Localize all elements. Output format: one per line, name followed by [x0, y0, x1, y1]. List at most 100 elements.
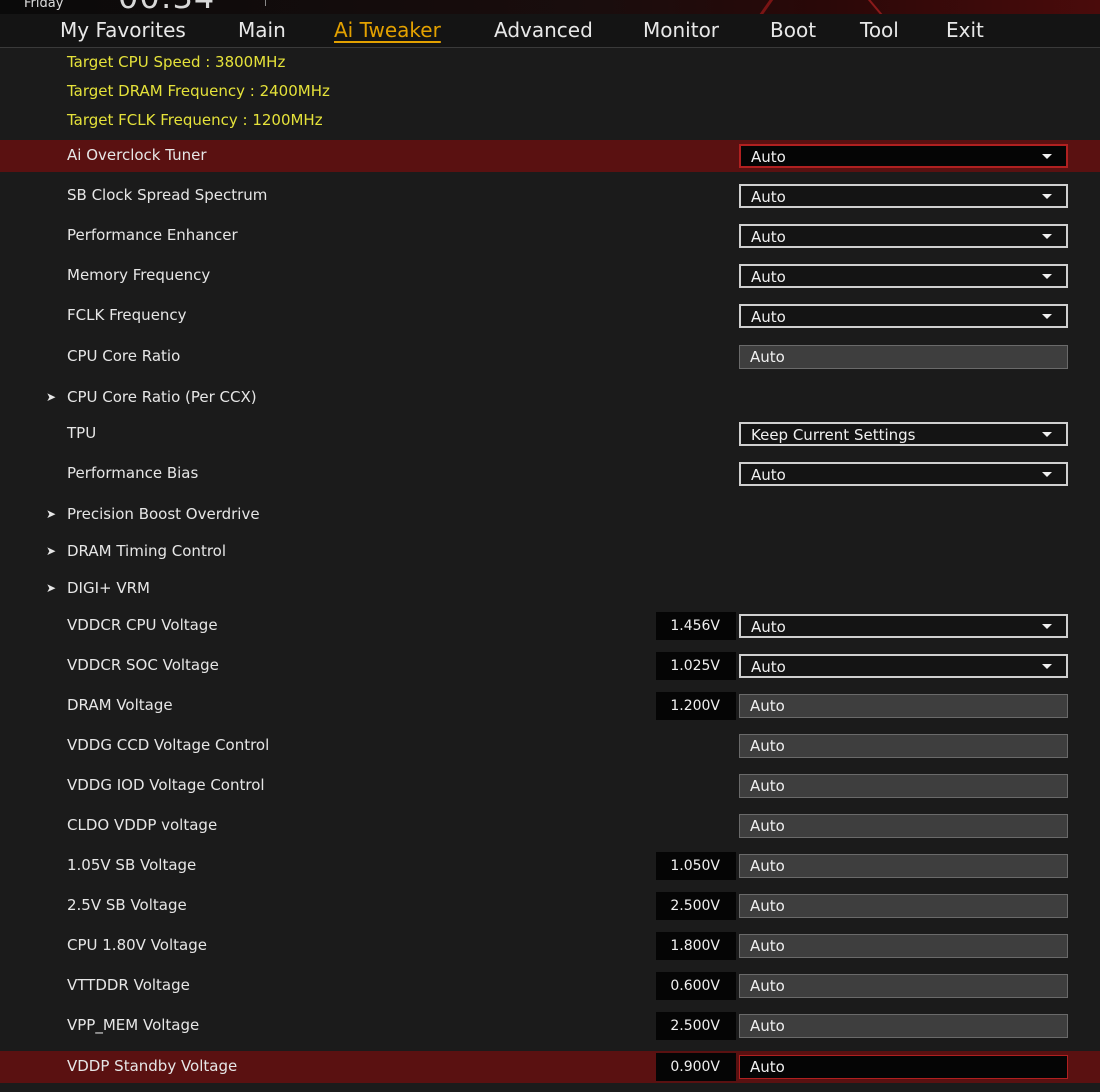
tab-bar: My Favorites Main Ai Tweaker Advanced Mo… [0, 14, 1100, 48]
day-label: Friday [24, 0, 64, 11]
voltage-readout: 1.200V [656, 692, 736, 720]
chevron-down-icon [1042, 432, 1052, 437]
tab-monitor[interactable]: Monitor [643, 17, 719, 43]
tab-tool[interactable]: Tool [860, 17, 899, 43]
setting-label: SB Clock Spread Spectrum [67, 186, 268, 204]
cpu-core-ratio-input[interactable]: Auto [739, 345, 1068, 369]
setting-row[interactable]: VDDCR CPU Voltage 1.456V Auto [0, 610, 1100, 642]
sb-1v05-voltage-input[interactable]: Auto [739, 854, 1068, 878]
dropdown-value: Auto [751, 658, 786, 676]
setting-label: Precision Boost Overdrive [67, 505, 260, 523]
vddg-iod-voltage-input[interactable]: Auto [739, 774, 1068, 798]
setting-label: Ai Overclock Tuner [67, 146, 207, 164]
voltage-readout: 1.456V [656, 612, 736, 640]
chevron-down-icon [1042, 234, 1052, 239]
sb-2v5-voltage-input[interactable]: Auto [739, 894, 1068, 918]
fclk-frequency-dropdown[interactable]: Auto [739, 304, 1068, 328]
setting-label: VDDCR CPU Voltage [67, 616, 218, 634]
vddg-ccd-voltage-input[interactable]: Auto [739, 734, 1068, 758]
dropdown-value: Auto [751, 618, 786, 636]
submenu-arrow-icon: ➤ [46, 507, 57, 521]
voltage-readout: 2.500V [656, 1012, 736, 1040]
submenu-precision-boost-overdrive[interactable]: ➤ Precision Boost Overdrive [0, 499, 1100, 531]
setting-label: VDDG IOD Voltage Control [67, 776, 265, 794]
vttddr-voltage-input[interactable]: Auto [739, 974, 1068, 998]
dropdown-value: Keep Current Settings [751, 426, 916, 444]
memory-frequency-dropdown[interactable]: Auto [739, 264, 1068, 288]
target-dram-frequency: Target DRAM Frequency : 2400MHz [67, 82, 330, 100]
setting-label: FCLK Frequency [67, 306, 187, 324]
tab-advanced[interactable]: Advanced [494, 17, 593, 43]
header-decoration [748, 0, 775, 14]
tab-my-favorites[interactable]: My Favorites [60, 17, 186, 43]
performance-enhancer-dropdown[interactable]: Auto [739, 224, 1068, 248]
setting-row[interactable]: VDDP Standby Voltage 0.900V Auto [0, 1051, 1100, 1083]
vpp-mem-voltage-input[interactable]: Auto [739, 1014, 1068, 1038]
chevron-down-icon [1042, 274, 1052, 279]
voltage-readout: 1.025V [656, 652, 736, 680]
setting-row[interactable]: Performance Enhancer Auto [0, 220, 1100, 252]
submenu-cpu-core-ratio-per-ccx[interactable]: ➤ CPU Core Ratio (Per CCX) [0, 382, 1100, 414]
header-separator [265, 0, 266, 6]
submenu-digi-vrm[interactable]: ➤ DIGI+ VRM [0, 573, 1100, 605]
submenu-arrow-icon: ➤ [46, 390, 57, 404]
chevron-down-icon [1042, 664, 1052, 669]
setting-label: VTTDDR Voltage [67, 976, 190, 994]
setting-row[interactable]: VTTDDR Voltage 0.600V Auto [0, 970, 1100, 1002]
setting-row[interactable]: Memory Frequency Auto [0, 260, 1100, 292]
setting-label: DRAM Voltage [67, 696, 173, 714]
setting-row[interactable]: CLDO VDDP voltage Auto [0, 810, 1100, 842]
tab-ai-tweaker[interactable]: Ai Tweaker [334, 17, 441, 43]
chevron-down-icon [1042, 314, 1052, 319]
header-bar: Friday 00:34 [0, 0, 1100, 14]
chevron-down-icon [1042, 624, 1052, 629]
tab-exit[interactable]: Exit [946, 17, 984, 43]
setting-row[interactable]: 1.05V SB Voltage 1.050V Auto [0, 850, 1100, 882]
setting-row[interactable]: Ai Overclock Tuner Auto [0, 140, 1100, 172]
vddcr-cpu-voltage-dropdown[interactable]: Auto [739, 614, 1068, 638]
tpu-dropdown[interactable]: Keep Current Settings [739, 422, 1068, 446]
cldo-vddp-voltage-input[interactable]: Auto [739, 814, 1068, 838]
voltage-readout: 1.050V [656, 852, 736, 880]
vddp-standby-voltage-input[interactable]: Auto [739, 1055, 1068, 1079]
voltage-readout: 0.600V [656, 972, 736, 1000]
setting-row[interactable]: VDDCR SOC Voltage 1.025V Auto [0, 650, 1100, 682]
setting-row[interactable]: 2.5V SB Voltage 2.500V Auto [0, 890, 1100, 922]
setting-label: CPU Core Ratio (Per CCX) [67, 388, 257, 406]
setting-label: VDDP Standby Voltage [67, 1057, 238, 1075]
setting-row[interactable]: TPU Keep Current Settings [0, 418, 1100, 450]
sb-clock-spread-spectrum-dropdown[interactable]: Auto [739, 184, 1068, 208]
chevron-down-icon [1042, 472, 1052, 477]
target-fclk-frequency: Target FCLK Frequency : 1200MHz [67, 111, 323, 129]
voltage-readout: 1.800V [656, 932, 736, 960]
setting-row[interactable]: VPP_MEM Voltage 2.500V Auto [0, 1010, 1100, 1042]
setting-row[interactable]: VDDG IOD Voltage Control Auto [0, 770, 1100, 802]
dram-voltage-input[interactable]: Auto [739, 694, 1068, 718]
setting-label: VPP_MEM Voltage [67, 1016, 200, 1034]
submenu-dram-timing-control[interactable]: ➤ DRAM Timing Control [0, 536, 1100, 568]
setting-label: 2.5V SB Voltage [67, 896, 187, 914]
setting-label: CPU 1.80V Voltage [67, 936, 207, 954]
dropdown-value: Auto [751, 188, 786, 206]
setting-row[interactable]: CPU Core Ratio Auto [0, 341, 1100, 373]
submenu-arrow-icon: ➤ [46, 581, 57, 595]
setting-row[interactable]: VDDG CCD Voltage Control Auto [0, 730, 1100, 762]
setting-label: CPU Core Ratio [67, 347, 181, 365]
setting-label: DRAM Timing Control [67, 542, 227, 560]
vddcr-soc-voltage-dropdown[interactable]: Auto [739, 654, 1068, 678]
tab-main[interactable]: Main [238, 17, 286, 43]
setting-row[interactable]: Performance Bias Auto [0, 458, 1100, 490]
dropdown-value: Auto [751, 228, 786, 246]
setting-row[interactable]: FCLK Frequency Auto [0, 300, 1100, 332]
cpu-1v80-voltage-input[interactable]: Auto [739, 934, 1068, 958]
setting-row[interactable]: DRAM Voltage 1.200V Auto [0, 690, 1100, 722]
voltage-readout: 2.500V [656, 892, 736, 920]
tab-boot[interactable]: Boot [770, 17, 816, 43]
bios-screen: Friday 00:34 My Favorites Main Ai Tweake… [0, 0, 1100, 1092]
ai-overclock-tuner-dropdown[interactable]: Auto [739, 144, 1068, 168]
chevron-down-icon [1042, 154, 1052, 159]
setting-row[interactable]: CPU 1.80V Voltage 1.800V Auto [0, 930, 1100, 962]
performance-bias-dropdown[interactable]: Auto [739, 462, 1068, 486]
dropdown-value: Auto [751, 308, 786, 326]
setting-row[interactable]: SB Clock Spread Spectrum Auto [0, 180, 1100, 212]
